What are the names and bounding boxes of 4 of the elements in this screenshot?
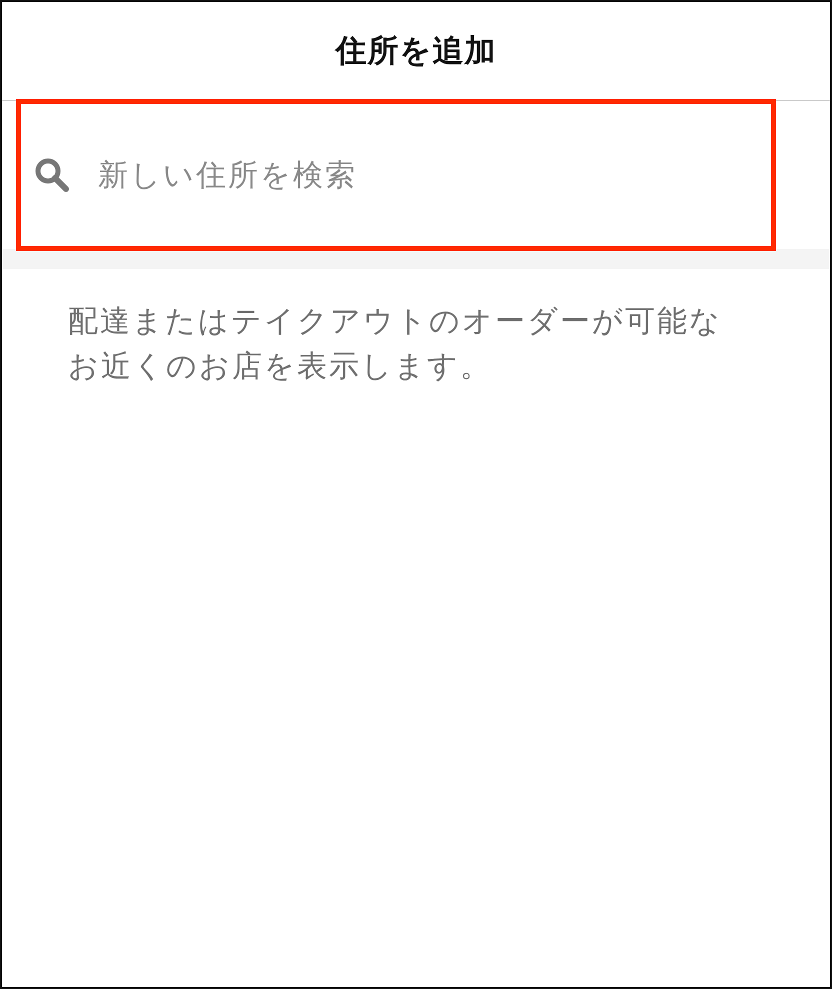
search-field[interactable]: 新しい住所を検索 [98, 158, 698, 192]
description-text: 配達またはテイクアウトのオーダーが可能なお近くのお店を表示します。 [68, 303, 723, 386]
screen-title: 住所を追加 [336, 32, 496, 71]
search-icon [34, 157, 70, 193]
